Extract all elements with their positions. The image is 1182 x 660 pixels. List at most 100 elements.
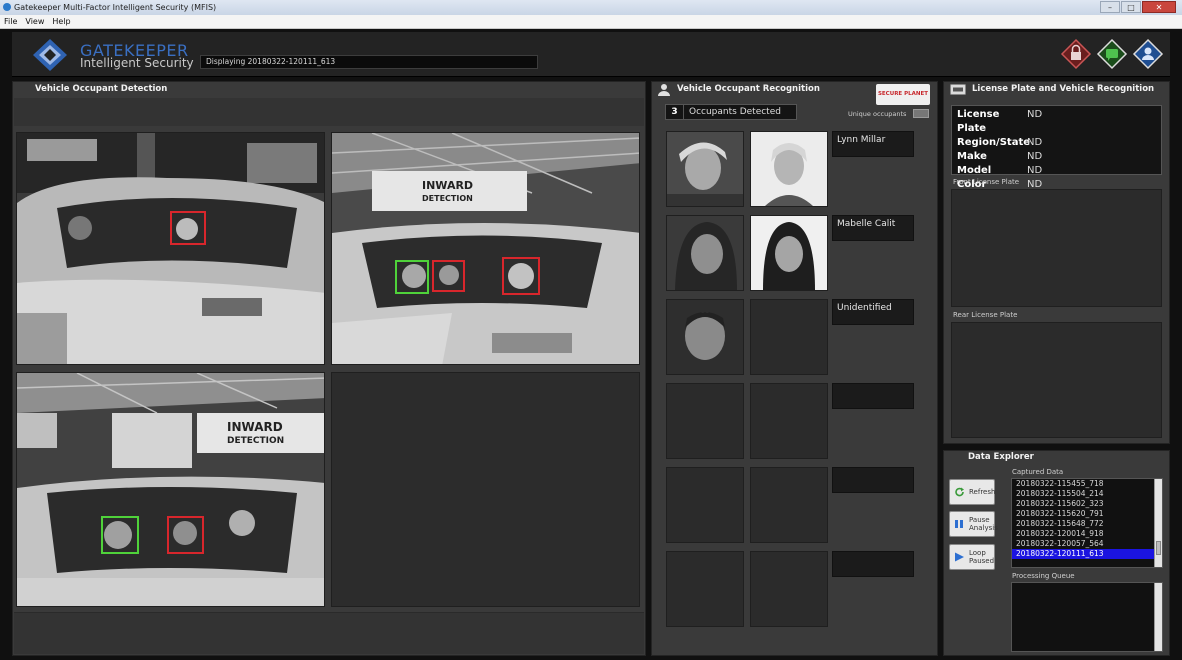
menu-help[interactable]: Help — [52, 15, 70, 28]
play-icon — [955, 552, 964, 562]
detection-toolbar — [14, 98, 644, 126]
reference-photo-1[interactable] — [750, 131, 828, 207]
captured-list-scrollbar[interactable] — [1154, 479, 1162, 567]
detection-title: Vehicle Occupant Detection — [35, 84, 168, 94]
pause-analysis-button[interactable]: Pause Analysis — [949, 511, 998, 537]
captured-data-list[interactable]: 20180322-115455_718 20180322-115504_214 … — [1011, 478, 1163, 568]
occupant-name-4 — [832, 383, 914, 409]
app-header: GATEKEEPER Intelligent Security Displayi… — [12, 32, 1170, 77]
field-value: ND — [1027, 109, 1043, 120]
camera-1-image — [17, 133, 324, 364]
queue-scrollbar[interactable] — [1154, 583, 1162, 651]
refresh-label: Refresh — [969, 488, 996, 496]
occupant-count: 3 Occupants Detected — [665, 104, 797, 120]
camera-feed-3[interactable]: INWARD DETECTION — [16, 372, 325, 607]
unique-occupants-label: Unique occupants — [848, 110, 907, 118]
face-detection-box-red — [170, 211, 206, 245]
field-label: Region/State — [957, 137, 1031, 148]
refresh-icon — [955, 487, 964, 497]
pause-analysis-label: Pause Analysis — [969, 516, 998, 532]
occupant-name-5 — [832, 467, 914, 493]
reference-photo-3[interactable] — [750, 299, 828, 375]
field-label: Model — [957, 165, 992, 176]
list-item[interactable]: 20180322-115504_214 — [1012, 489, 1162, 499]
detection-footer — [14, 612, 644, 654]
processing-queue-list[interactable] — [1011, 582, 1163, 652]
svg-text:DETECTION: DETECTION — [422, 194, 473, 203]
front-plate-label: Front License Plate — [953, 178, 1020, 186]
displaying-status: Displaying 20180322-120111_613 — [200, 55, 538, 69]
list-item[interactable]: 20180322-115602_323 — [1012, 499, 1162, 509]
plate-title: License Plate and Vehicle Recognition — [972, 84, 1155, 94]
face-detection-box-red — [502, 257, 540, 295]
plate-field-model: Model ND — [957, 164, 1156, 178]
field-value: ND — [1027, 137, 1043, 148]
occupant-name-2: Mabelle Calit — [832, 215, 914, 241]
camera-feed-4[interactable] — [331, 372, 640, 607]
captured-face-1-image — [667, 132, 743, 206]
list-item[interactable]: 20180322-115620_791 — [1012, 509, 1162, 519]
camera-feed-1[interactable] — [16, 132, 325, 365]
captured-face-4[interactable] — [666, 383, 744, 459]
list-item[interactable]: 20180322-115455_718 — [1012, 479, 1162, 489]
svg-text:DETECTION: DETECTION — [227, 436, 284, 446]
camera-3-image: INWARD DETECTION — [17, 373, 324, 606]
plate-field-make: Make ND — [957, 150, 1156, 164]
occupant-name-1: Lynn Millar — [832, 131, 914, 157]
reference-photo-2-image — [751, 216, 827, 290]
recognition-title: Vehicle Occupant Recognition — [677, 84, 820, 94]
reference-photo-6[interactable] — [750, 551, 828, 627]
license-plate-icon — [950, 84, 966, 95]
loop-paused-button[interactable]: Loop Paused — [949, 544, 995, 570]
camera-2-image: INWARD DETECTION — [332, 133, 639, 364]
menu-bar: File View Help — [0, 15, 1182, 29]
captured-data-label: Captured Data — [1012, 468, 1064, 476]
plate-field-region: Region/State ND — [957, 136, 1156, 150]
chat-icon[interactable] — [1096, 38, 1128, 70]
window-controls: – □ ✕ — [1100, 1, 1176, 13]
lock-icon[interactable] — [1060, 38, 1092, 70]
data-explorer-title: Data Explorer — [968, 452, 1034, 462]
list-item-selected[interactable]: 20180322-120111_613 — [1012, 549, 1162, 559]
list-item[interactable]: 20180322-120057_564 — [1012, 539, 1162, 549]
captured-face-6[interactable] — [666, 551, 744, 627]
field-label: License Plate — [957, 109, 1000, 134]
captured-face-5[interactable] — [666, 467, 744, 543]
refresh-button[interactable]: Refresh — [949, 479, 995, 505]
captured-face-1[interactable] — [666, 131, 744, 207]
close-button[interactable]: ✕ — [1142, 1, 1176, 13]
scrollbar-thumb[interactable] — [1156, 541, 1161, 555]
occupant-icon — [658, 84, 670, 96]
field-label: Make — [957, 151, 987, 162]
user-icon[interactable] — [1132, 38, 1164, 70]
captured-face-3[interactable] — [666, 299, 744, 375]
maximize-button[interactable]: □ — [1121, 1, 1141, 13]
reference-photo-5[interactable] — [750, 467, 828, 543]
captured-face-2[interactable] — [666, 215, 744, 291]
captured-face-3-image — [667, 300, 743, 374]
captured-face-2-image — [667, 216, 743, 290]
face-detection-box-red — [432, 260, 465, 292]
gatekeeper-logo-icon — [33, 39, 67, 71]
unique-occupants-toggle[interactable] — [913, 109, 929, 118]
svg-text:INWARD: INWARD — [227, 420, 283, 434]
plate-info-box: License Plate ND Region/State ND Make ND Mo… — [951, 105, 1162, 190]
list-item[interactable]: 20180322-120014_918 — [1012, 529, 1162, 539]
reference-photo-4[interactable] — [750, 383, 828, 459]
occupant-name-3: Unidentified — [832, 299, 914, 325]
processing-queue-label: Processing Queue — [1012, 572, 1075, 580]
rear-plate-label: Rear License Plate — [953, 311, 1018, 319]
camera-feed-2[interactable]: INWARD DETECTION — [331, 132, 640, 365]
menu-file[interactable]: File — [4, 15, 17, 28]
front-plate-image — [951, 189, 1162, 307]
list-item[interactable]: 20180322-115648_772 — [1012, 519, 1162, 529]
reference-photo-2[interactable] — [750, 215, 828, 291]
occupant-name-6 — [832, 551, 914, 577]
minimize-button[interactable]: – — [1100, 1, 1120, 13]
app-icon — [3, 3, 11, 11]
pause-icon — [955, 520, 963, 528]
window-title-bar: Gatekeeper Multi-Factor Intelligent Secu… — [0, 0, 1182, 15]
face-detection-box-red — [167, 516, 204, 554]
occupant-count-label: Occupants Detected — [689, 107, 781, 117]
menu-view[interactable]: View — [25, 15, 44, 28]
